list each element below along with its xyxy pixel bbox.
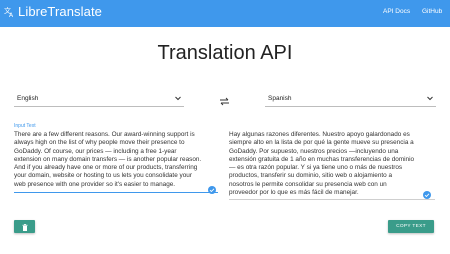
- delete-button[interactable]: [14, 220, 35, 233]
- output-textarea[interactable]: Hay algunas razones diferentes. Nuestro …: [229, 131, 435, 197]
- translate-icon: 文 A: [4, 6, 15, 17]
- trash-icon: [22, 218, 28, 236]
- nav-link-api-docs[interactable]: API Docs: [383, 8, 410, 15]
- svg-text:A: A: [9, 12, 14, 17]
- check-circle-icon: [208, 181, 216, 194]
- target-language-value: Spanish: [268, 95, 292, 102]
- source-language-select[interactable]: English: [14, 91, 184, 107]
- copy-text-button[interactable]: COPY TEXT: [388, 220, 434, 233]
- brand[interactable]: 文 A LibreTranslate: [4, 4, 102, 19]
- input-textarea[interactable]: There are a few different reasons. Our a…: [14, 131, 218, 189]
- nav-link-github[interactable]: GitHub: [422, 8, 442, 15]
- chevron-down-icon: [426, 94, 434, 102]
- check-circle-icon: [423, 186, 431, 199]
- swap-icon[interactable]: [219, 93, 230, 106]
- output-underline: [229, 199, 435, 200]
- input-underline: [14, 192, 218, 193]
- chevron-down-icon: [174, 94, 182, 102]
- input-label: Input Text: [14, 123, 36, 129]
- source-language-value: English: [17, 95, 39, 102]
- brand-name: LibreTranslate: [18, 4, 103, 19]
- target-language-select[interactable]: Spanish: [265, 91, 436, 107]
- page-title: Translation API: [157, 42, 293, 64]
- navbar: 文 A LibreTranslate API Docs GitHub: [0, 0, 450, 27]
